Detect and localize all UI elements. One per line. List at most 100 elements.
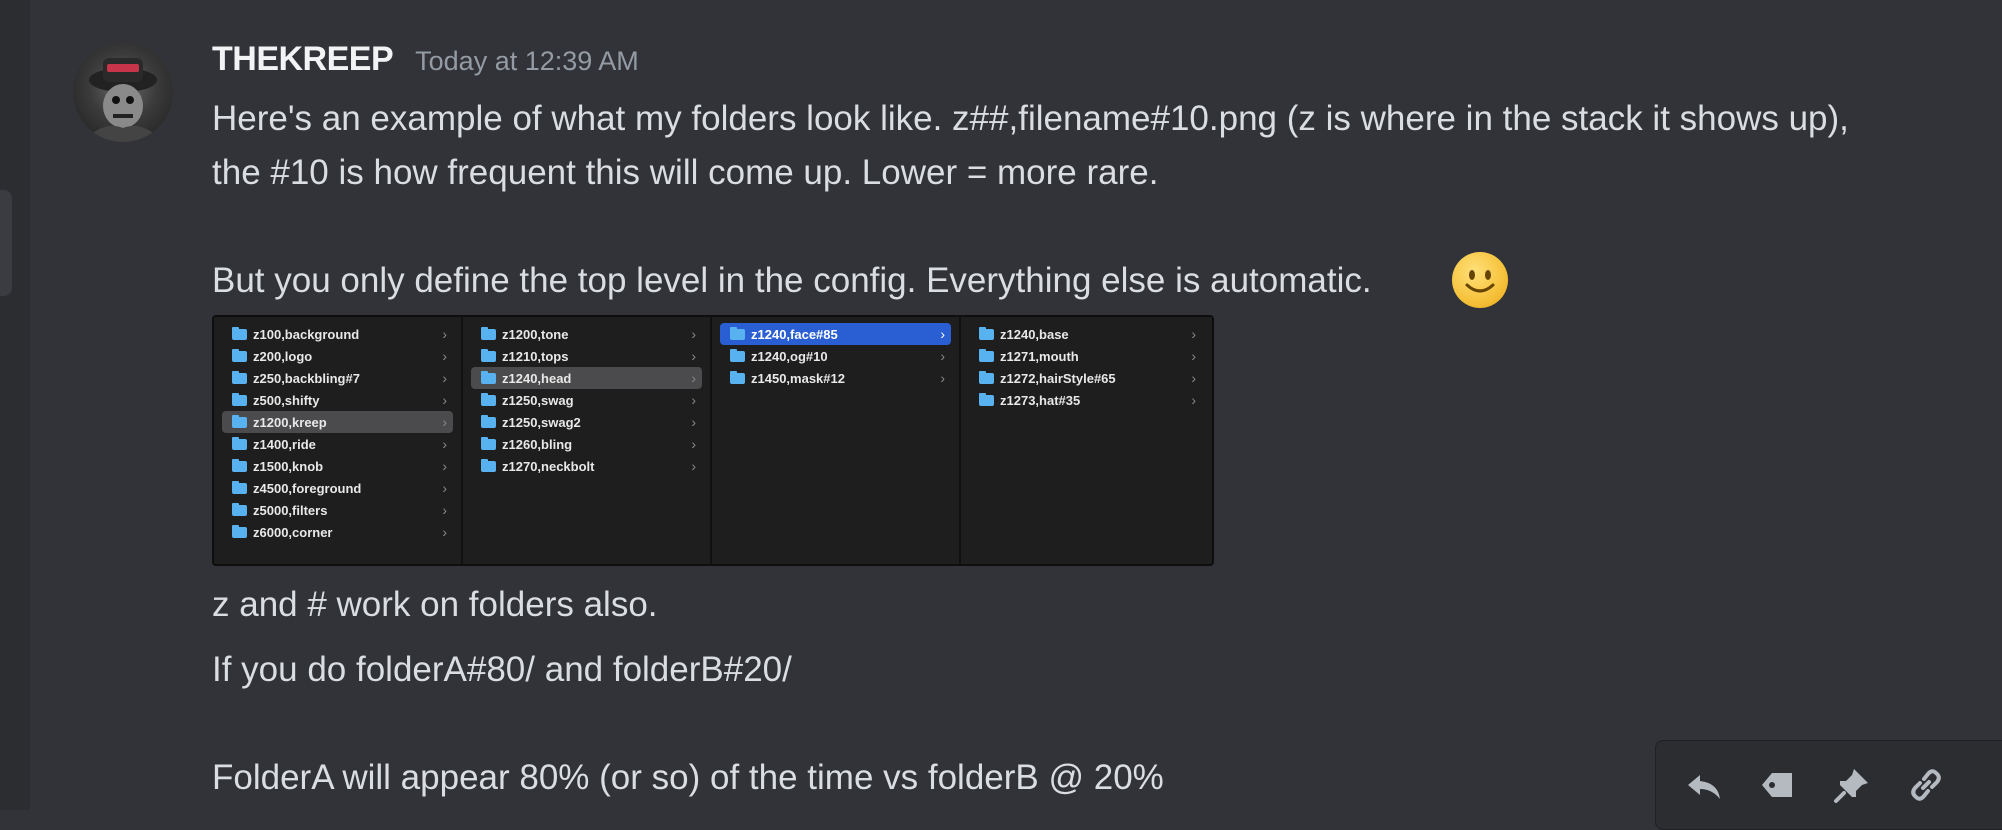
folder-icon bbox=[232, 326, 247, 340]
folder-name: z1270,neckbolt bbox=[502, 458, 595, 474]
folder-icon bbox=[232, 348, 247, 362]
folder-row[interactable]: z1250,swag › bbox=[471, 389, 702, 411]
folder-icon bbox=[481, 370, 496, 384]
message-line-3: But you only define the top level in the… bbox=[212, 261, 1372, 300]
folder-row[interactable]: z1240,og#10 › bbox=[720, 345, 951, 367]
folder-icon bbox=[979, 392, 994, 406]
folder-icon bbox=[232, 370, 247, 384]
chevron-right-icon: › bbox=[691, 414, 696, 430]
username[interactable]: THEKREEP bbox=[212, 40, 394, 79]
folder-row[interactable]: z1200,tone › bbox=[471, 323, 702, 345]
folder-row[interactable]: z100,background › bbox=[222, 323, 453, 345]
scroll-handle[interactable] bbox=[0, 190, 12, 296]
chevron-right-icon: › bbox=[442, 414, 447, 430]
folder-name: z1240,head bbox=[502, 370, 572, 386]
message-hover-toolbar bbox=[1655, 740, 2002, 830]
message-line-6: FolderA will appear 80% (or so) of the t… bbox=[212, 758, 1164, 797]
folder-row-selected[interactable]: z1240,head › bbox=[471, 367, 702, 389]
folder-name: z1271,mouth bbox=[1000, 348, 1079, 364]
folder-icon bbox=[481, 414, 496, 428]
timestamp[interactable]: Today at 12:39 AM bbox=[415, 46, 639, 77]
chevron-right-icon: › bbox=[691, 458, 696, 474]
chevron-right-icon: › bbox=[442, 392, 447, 408]
chevron-right-icon: › bbox=[691, 392, 696, 408]
pin-button[interactable] bbox=[1826, 759, 1878, 811]
folder-name: z6000,corner bbox=[253, 524, 333, 540]
folder-row[interactable]: z250,backbling#7 › bbox=[222, 367, 453, 389]
folder-name: z1272,hairStyle#65 bbox=[1000, 370, 1116, 386]
folder-row[interactable]: z1273,hat#35 › bbox=[969, 389, 1202, 411]
copy-link-button[interactable] bbox=[1900, 759, 1952, 811]
message-line-2: the #10 is how frequent this will come u… bbox=[212, 153, 1159, 192]
reply-button[interactable] bbox=[1678, 759, 1730, 811]
folder-icon bbox=[730, 348, 745, 362]
message-line-1: Here's an example of what my folders loo… bbox=[212, 99, 1849, 138]
link-icon bbox=[1911, 769, 1941, 801]
folder-name: z5000,filters bbox=[253, 502, 328, 518]
chevron-right-icon: › bbox=[442, 326, 447, 342]
slightly-smiling-face-emoji[interactable] bbox=[1452, 252, 1508, 308]
folder-row[interactable]: z6000,corner › bbox=[222, 521, 453, 543]
finder-column-3: z1240,face#85 › z1240,og#10 › z1450,mask#1… bbox=[712, 317, 961, 564]
folder-name: z1200,tone bbox=[502, 326, 569, 342]
message-line-4: z and # work on folders also. bbox=[212, 585, 658, 624]
folder-name: z200,logo bbox=[253, 348, 313, 364]
folder-row[interactable]: z1400,ride › bbox=[222, 433, 453, 455]
folder-row[interactable]: z1450,mask#12 › bbox=[720, 367, 951, 389]
chevron-right-icon: › bbox=[691, 326, 696, 342]
folder-row[interactable]: z4500,foreground › bbox=[222, 477, 453, 499]
folder-name: z100,background bbox=[253, 326, 360, 342]
message-header: THEKREEP Today at 12:39 AM bbox=[212, 40, 639, 80]
chevron-right-icon: › bbox=[940, 370, 945, 386]
left-sidebar-strip bbox=[0, 0, 30, 810]
chevron-right-icon: › bbox=[691, 436, 696, 452]
folder-icon bbox=[730, 326, 745, 340]
finder-column-1: z100,background › z200,logo › z250,backbli… bbox=[214, 317, 463, 564]
finder-column-4: z1240,base › z1271,mouth › z1272,hairStyle… bbox=[961, 317, 1210, 564]
chevron-right-icon: › bbox=[442, 348, 447, 364]
chevron-right-icon: › bbox=[442, 370, 447, 386]
folder-icon bbox=[730, 370, 745, 384]
folder-name: z1200,kreep bbox=[253, 414, 327, 430]
folder-row[interactable]: z1240,base › bbox=[969, 323, 1202, 345]
folder-name: z1500,knob bbox=[253, 458, 324, 474]
folder-name: z1450,mask#12 bbox=[751, 370, 845, 386]
tag-icon bbox=[1762, 773, 1792, 797]
folder-icon bbox=[232, 392, 247, 406]
pin-icon bbox=[1834, 769, 1868, 803]
folder-row-selected[interactable]: z1200,kreep › bbox=[222, 411, 453, 433]
folder-row[interactable]: z1271,mouth › bbox=[969, 345, 1202, 367]
avatar-image bbox=[83, 58, 163, 142]
chevron-right-icon: › bbox=[442, 480, 447, 496]
folder-row[interactable]: z200,logo › bbox=[222, 345, 453, 367]
finder-screenshot[interactable]: z100,background › z200,logo › z250,backbli… bbox=[212, 315, 1214, 566]
folder-row[interactable]: z1210,tops › bbox=[471, 345, 702, 367]
folder-row[interactable]: z1270,neckbolt › bbox=[471, 455, 702, 477]
finder-column-2: z1200,tone › z1210,tops › z1240,head › z125… bbox=[463, 317, 712, 564]
chevron-right-icon: › bbox=[940, 326, 945, 342]
folder-row[interactable]: z1260,bling › bbox=[471, 433, 702, 455]
folder-name: z4500,foreground bbox=[253, 480, 362, 496]
folder-name: z250,backbling#7 bbox=[253, 370, 360, 386]
chevron-right-icon: › bbox=[940, 348, 945, 364]
folder-row-active[interactable]: z1240,face#85 › bbox=[720, 323, 951, 345]
folder-name: z1240,face#85 bbox=[751, 326, 838, 342]
folder-name: z1250,swag2 bbox=[502, 414, 581, 430]
folder-icon bbox=[232, 436, 247, 450]
folder-row[interactable]: z5000,filters › bbox=[222, 499, 453, 521]
chevron-right-icon: › bbox=[1191, 392, 1196, 408]
folder-name: z1250,swag bbox=[502, 392, 574, 408]
folder-name: z500,shifty bbox=[253, 392, 320, 408]
chevron-right-icon: › bbox=[691, 370, 696, 386]
folder-icon bbox=[481, 392, 496, 406]
folder-row[interactable]: z1250,swag2 › bbox=[471, 411, 702, 433]
folder-name: z1240,og#10 bbox=[751, 348, 828, 364]
chevron-right-icon: › bbox=[1191, 370, 1196, 386]
folder-row[interactable]: z500,shifty › bbox=[222, 389, 453, 411]
avatar[interactable] bbox=[73, 42, 173, 142]
folder-row[interactable]: z1272,hairStyle#65 › bbox=[969, 367, 1202, 389]
tag-button[interactable] bbox=[1752, 759, 1804, 811]
folder-icon bbox=[979, 370, 994, 384]
folder-row[interactable]: z1500,knob › bbox=[222, 455, 453, 477]
folder-icon bbox=[232, 458, 247, 472]
